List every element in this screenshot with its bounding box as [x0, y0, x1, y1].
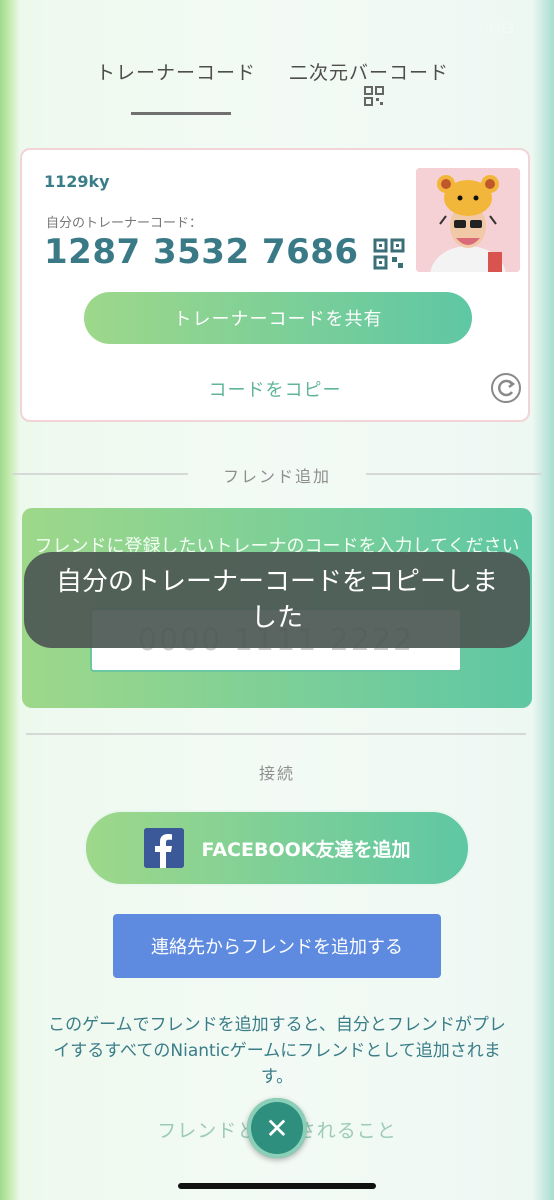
trainer-avatar [416, 168, 520, 272]
copy-code-link[interactable]: コードをコピー [22, 376, 528, 402]
trainer-username: 1129ky [44, 172, 110, 191]
tab-trainer-code[interactable]: トレーナーコード [96, 58, 256, 85]
home-indicator[interactable] [178, 1183, 376, 1189]
friend-add-title: フレンド追加 [222, 467, 331, 486]
trainer-code-card: 1129ky 自分のトレーナーコード： 1287 3532 7686 トレーナー… [20, 148, 530, 422]
niantic-friends-notice: このゲームでフレンドを追加すると、自分とフレンドがプレイするすべてのNianti… [48, 1015, 506, 1087]
trainer-code-value: 1287 3532 7686 [44, 232, 359, 272]
copied-toast: 自分のトレーナーコードをコピーしました [24, 552, 530, 648]
status-time: 10:03 [476, 22, 514, 37]
facebook-button-label: FACEBOOK友達を追加 [201, 838, 411, 861]
trainer-code-label: 自分のトレーナーコード： [46, 216, 203, 231]
share-trainer-code-button[interactable]: トレーナーコードを共有 [84, 292, 472, 344]
qr-code-icon [364, 86, 384, 110]
add-from-contacts-button[interactable]: 連絡先からフレンドを追加する [113, 914, 441, 978]
divider [26, 733, 526, 735]
close-icon: ✕ [265, 1111, 289, 1145]
close-button[interactable]: ✕ [247, 1098, 307, 1158]
tab-active-indicator [131, 112, 231, 115]
add-facebook-friends-button[interactable]: FACEBOOK友達を追加 [84, 810, 470, 886]
facebook-icon [143, 828, 184, 868]
tab-qr-code[interactable]: 二次元バーコード [289, 58, 449, 85]
qr-code-icon[interactable] [373, 238, 405, 274]
refresh-icon[interactable] [490, 372, 522, 408]
connect-title: 接続 [258, 764, 295, 783]
